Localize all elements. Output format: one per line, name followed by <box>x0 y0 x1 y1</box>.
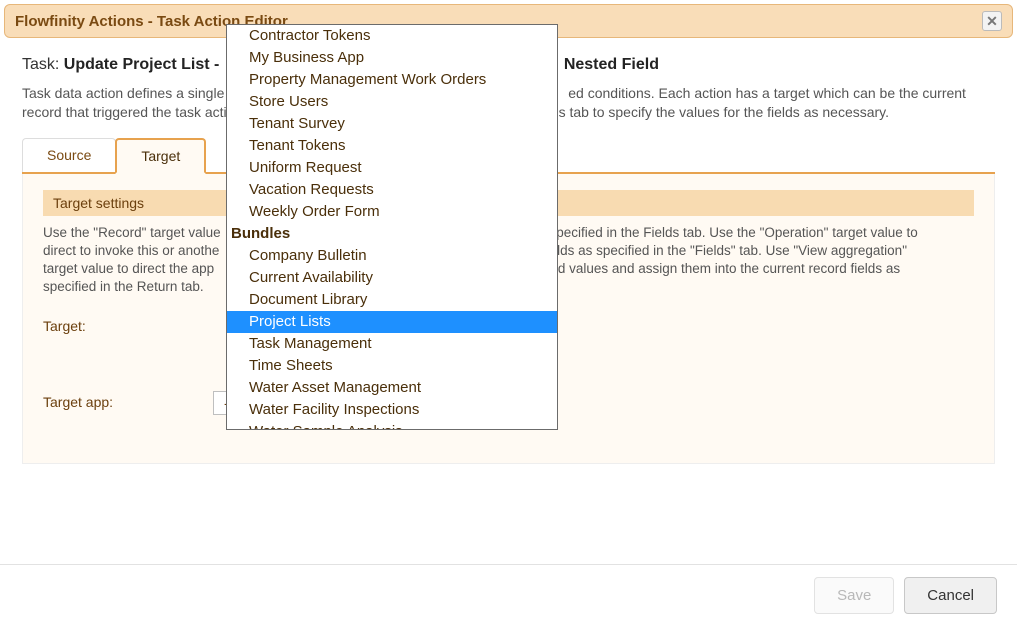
option-project-lists[interactable]: Project Lists <box>227 311 557 333</box>
task-label: Task: <box>22 56 59 73</box>
option-time-sheets[interactable]: Time Sheets <box>227 355 557 377</box>
option-tenant-survey[interactable]: Tenant Survey <box>227 113 557 135</box>
footer: Save Cancel <box>0 564 1017 626</box>
option-vacation-requests[interactable]: Vacation Requests <box>227 179 557 201</box>
task-name-right: Nested Field <box>564 56 659 73</box>
option-water-sample-analysis[interactable]: Water Sample Analysis <box>227 421 557 429</box>
option-task-management[interactable]: Task Management <box>227 333 557 355</box>
option-water-asset-management[interactable]: Water Asset Management <box>227 377 557 399</box>
option-group-bundles: Bundles <box>227 223 557 245</box>
tab-source[interactable]: Source <box>22 138 116 172</box>
option-current-availability[interactable]: Current Availability <box>227 267 557 289</box>
target-app-listbox: Contractor TokensMy Business AppProperty… <box>226 24 558 430</box>
option-uniform-request[interactable]: Uniform Request <box>227 157 557 179</box>
option-property-management-work-orders[interactable]: Property Management Work Orders <box>227 69 557 91</box>
tab-target[interactable]: Target <box>115 138 206 174</box>
option-store-users[interactable]: Store Users <box>227 91 557 113</box>
target-label: Target: <box>43 315 213 377</box>
desc-l2a: record that triggered the task acti <box>22 104 227 120</box>
option-document-library[interactable]: Document Library <box>227 289 557 311</box>
option-contractor-tokens[interactable]: Contractor Tokens <box>227 25 557 47</box>
task-name-left: Update Project List - <box>64 56 220 73</box>
desc-l2b: s tab to specify the values for the fiel… <box>559 104 889 120</box>
listbox-scroll[interactable]: Contractor TokensMy Business AppProperty… <box>227 25 557 429</box>
save-button[interactable]: Save <box>814 577 894 614</box>
close-icon[interactable]: ✕ <box>982 11 1002 31</box>
target-app-label: Target app: <box>43 391 213 415</box>
cancel-button[interactable]: Cancel <box>904 577 997 614</box>
option-company-bulletin[interactable]: Company Bulletin <box>227 245 557 267</box>
desc-l1b: ed conditions. Each action has a target … <box>568 85 966 101</box>
desc-l1a: Task data action defines a single <box>22 85 224 101</box>
option-my-business-app[interactable]: My Business App <box>227 47 557 69</box>
option-water-facility-inspections[interactable]: Water Facility Inspections <box>227 399 557 421</box>
option-weekly-order-form[interactable]: Weekly Order Form <box>227 201 557 223</box>
option-tenant-tokens[interactable]: Tenant Tokens <box>227 135 557 157</box>
